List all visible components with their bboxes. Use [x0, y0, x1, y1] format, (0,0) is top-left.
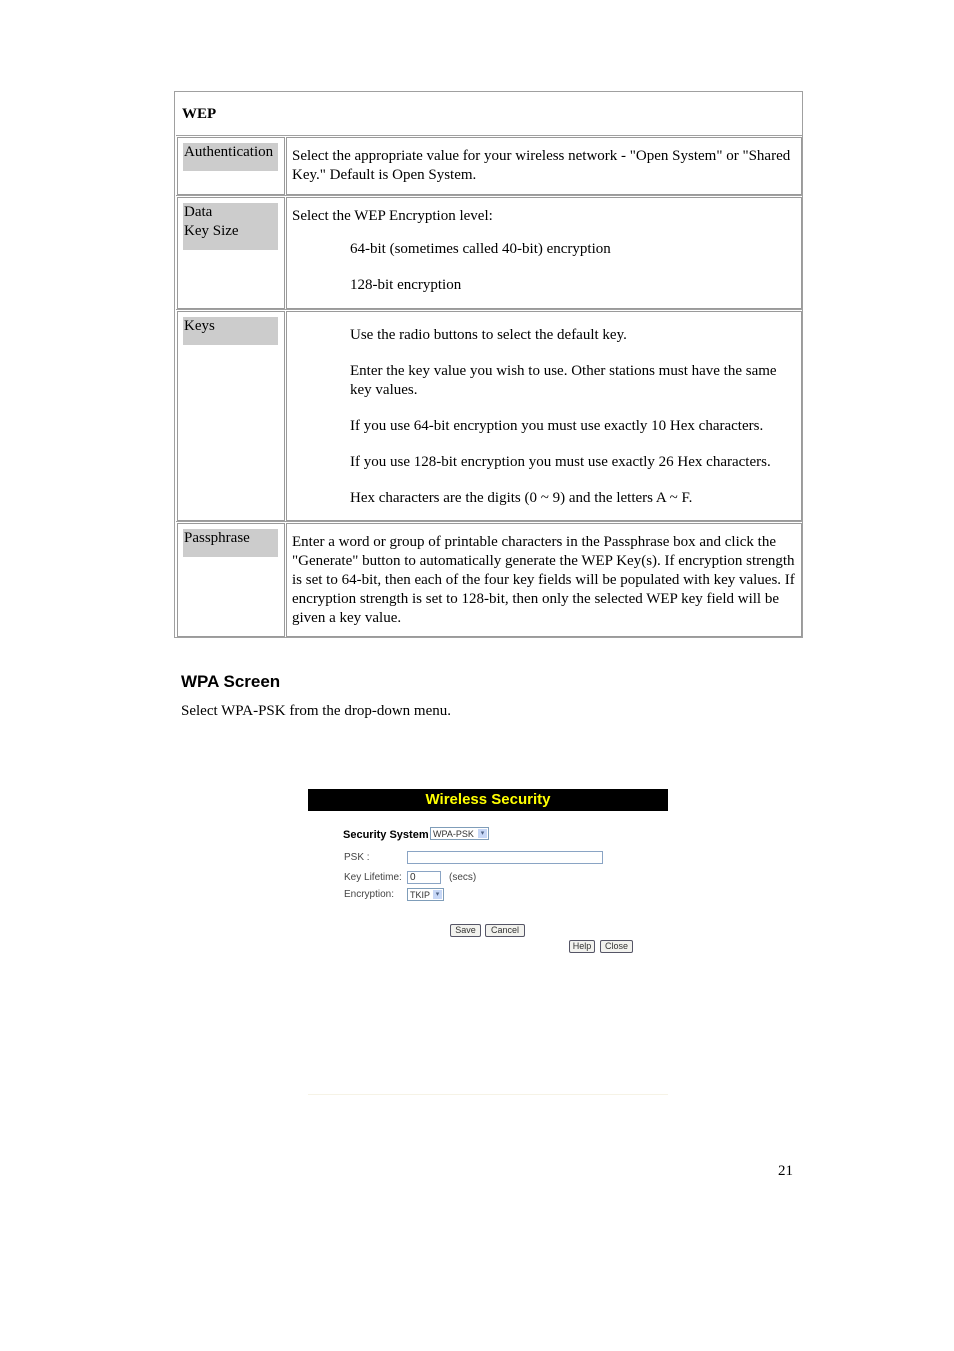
- chevron-down-icon: ▾: [478, 829, 487, 838]
- description-cell: Enter a word or group of printable chara…: [286, 523, 802, 637]
- key-size-option-64: 64-bit (sometimes called 40-bit) encrypt…: [350, 241, 611, 257]
- key-size-label: Data Key Size: [183, 203, 278, 250]
- passphrase-description: Enter a word or group of printable chara…: [292, 534, 795, 626]
- psk-input[interactable]: [407, 851, 603, 864]
- security-system-select[interactable]: WPA-PSK ▾: [430, 827, 489, 840]
- table-row-passphrase: Passphrase Enter a word or group of prin…: [176, 521, 803, 638]
- encryption-select[interactable]: TKIP ▾: [407, 888, 444, 901]
- label-cell: Keys: [177, 311, 285, 521]
- authentication-description: Select the appropriate value for your wi…: [292, 148, 791, 183]
- cancel-button[interactable]: Cancel: [485, 924, 525, 937]
- keys-paragraph: Enter the key value you wish to use. Oth…: [350, 363, 777, 398]
- help-button[interactable]: Help: [569, 940, 595, 953]
- table-row-key-size: Data Key Size Select the WEP Encryption …: [176, 195, 803, 310]
- key-lifetime-unit: (secs): [449, 872, 477, 883]
- save-button[interactable]: Save: [450, 924, 481, 937]
- close-button[interactable]: Close: [600, 940, 633, 953]
- wep-header: WEP: [182, 106, 217, 122]
- label-cell: Data Key Size: [177, 197, 285, 309]
- wireless-security-screenshot: Wireless Security Security System WPA-PS…: [308, 789, 668, 1095]
- table-row-authentication: Authentication Select the appropriate va…: [176, 135, 803, 196]
- table-row-keys: Keys Use the radio buttons to select the…: [176, 309, 803, 522]
- chevron-down-icon: ▾: [433, 890, 442, 899]
- key-size-intro: Select the WEP Encryption level:: [292, 208, 493, 224]
- keys-paragraph: Hex characters are the digits (0 ~ 9) an…: [350, 490, 693, 506]
- keys-paragraph: If you use 64-bit encryption you must us…: [350, 418, 764, 434]
- key-lifetime-input[interactable]: 0: [407, 871, 441, 884]
- section-title: WPA Screen: [181, 672, 281, 691]
- keys-paragraph: If you use 128-bit encryption you must u…: [350, 454, 771, 470]
- key-lifetime-label: Key Lifetime:: [344, 872, 402, 883]
- wireless-security-title: Wireless Security: [308, 789, 668, 811]
- passphrase-label: Passphrase: [183, 529, 278, 557]
- keys-paragraph: Use the radio buttons to select the defa…: [350, 327, 627, 343]
- security-system-label: Security System: [343, 829, 429, 841]
- keys-label: Keys: [183, 317, 278, 345]
- description-cell: Select the appropriate value for your wi…: [286, 137, 802, 195]
- section-text: Select WPA-PSK from the drop-down menu.: [181, 703, 451, 719]
- authentication-label: Authentication: [183, 143, 278, 171]
- description-cell: Use the radio buttons to select the defa…: [286, 311, 802, 521]
- label-cell: Authentication: [177, 137, 285, 195]
- psk-label: PSK :: [344, 852, 370, 863]
- screenshot-bottom-divider: [308, 1094, 668, 1095]
- label-cell: Passphrase: [177, 523, 285, 637]
- description-cell: Select the WEP Encryption level: 64-bit …: [286, 197, 802, 309]
- key-size-option-128: 128-bit encryption: [350, 277, 462, 293]
- page-number: 21: [778, 1163, 793, 1179]
- encryption-label: Encryption:: [344, 889, 395, 900]
- wep-table: WEP Authentication Select the appropriat…: [174, 91, 803, 638]
